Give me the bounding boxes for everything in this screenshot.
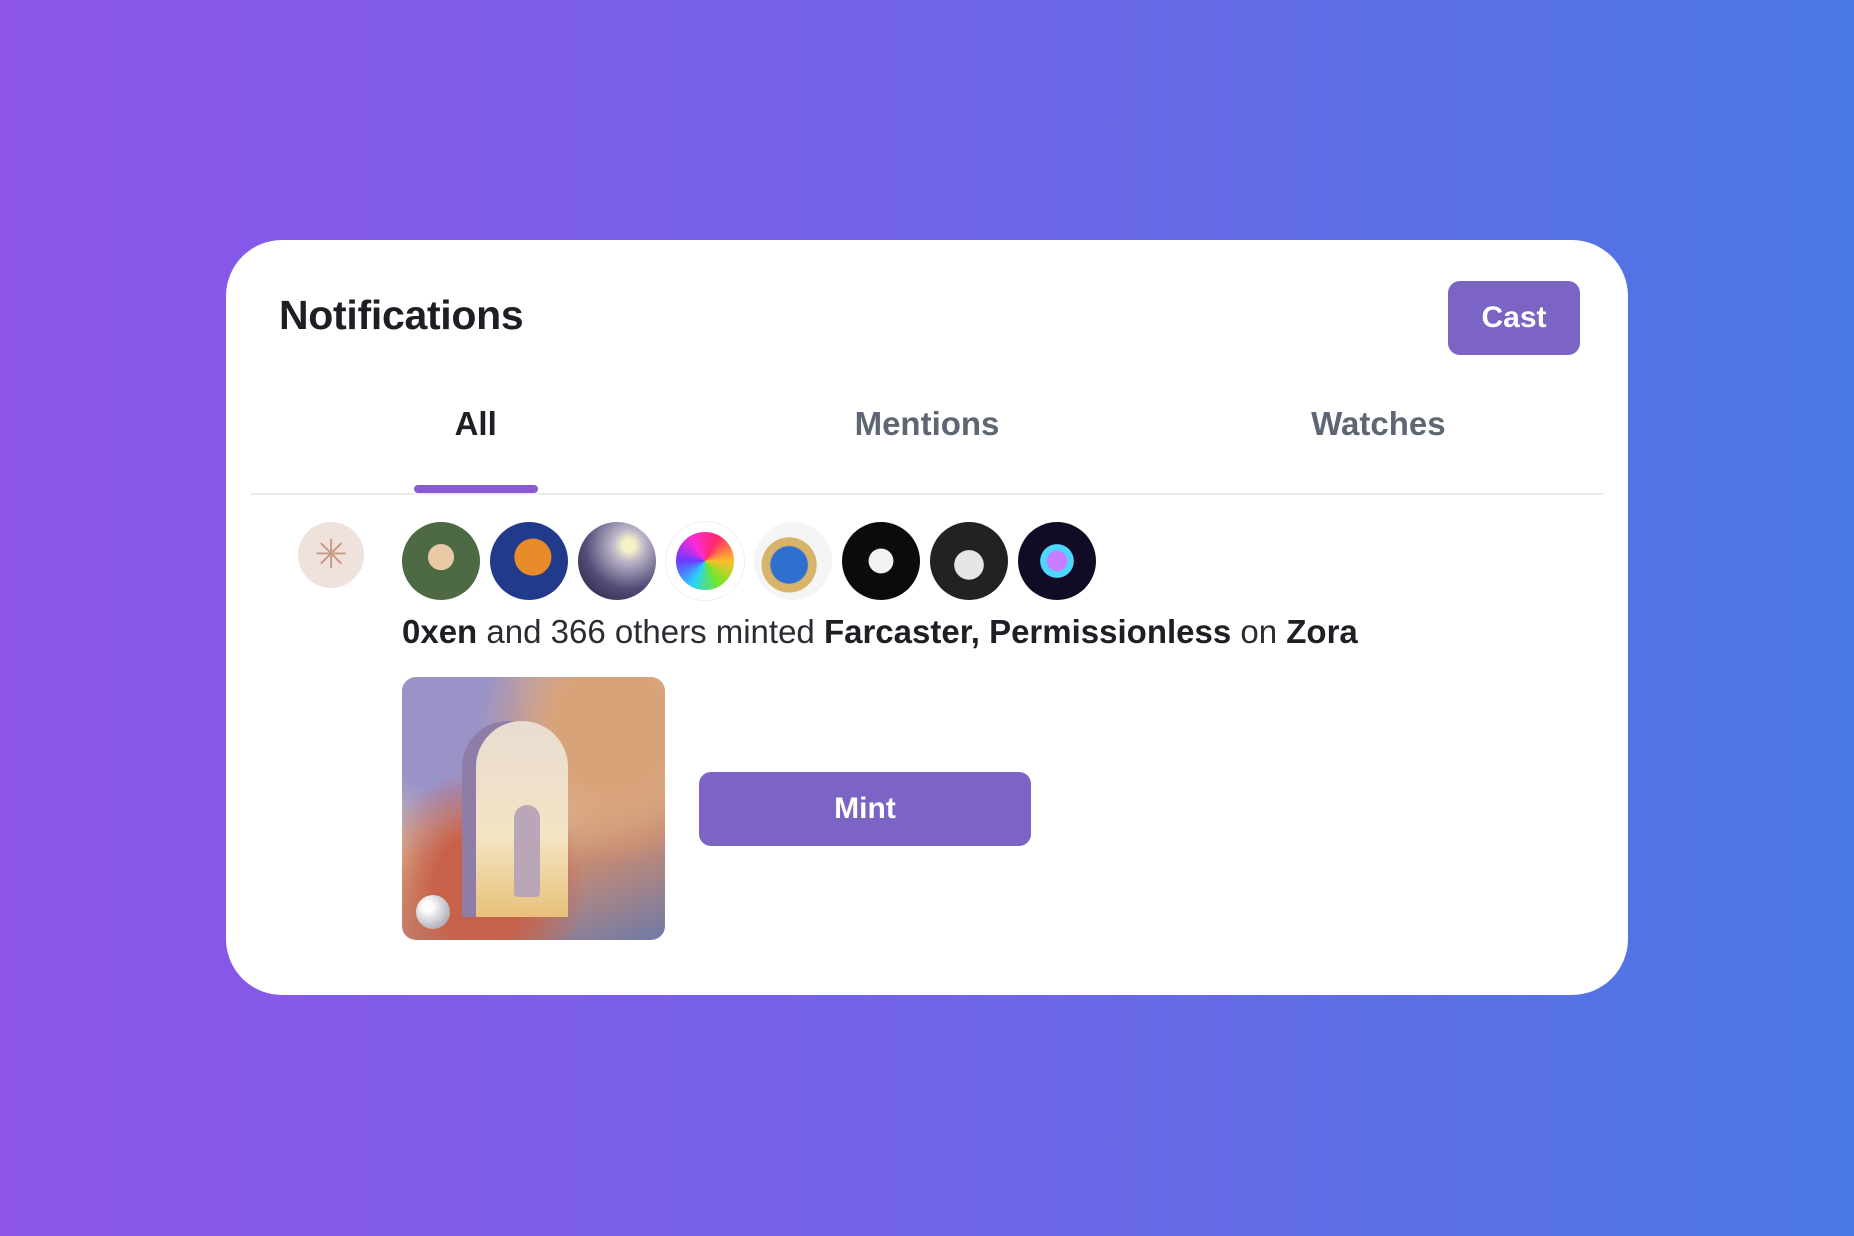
avatar[interactable] (842, 522, 920, 600)
tab-mentions-label: Mentions (854, 405, 1000, 442)
notifications-card: Notifications Cast All Mentions Watches … (226, 240, 1628, 995)
artwork-figure (514, 805, 540, 897)
avatar[interactable] (930, 522, 1008, 600)
tab-all-label: All (454, 405, 497, 442)
cast-button[interactable]: Cast (1448, 281, 1580, 355)
summary-on-text: on (1240, 613, 1278, 650)
page-title: Notifications (279, 292, 524, 338)
notification-summary: 0xen and 366 others minted Farcaster, Pe… (402, 613, 1358, 651)
artwork-orb (416, 895, 450, 929)
collection-name[interactable]: Farcaster, Permissionless (824, 613, 1231, 650)
avatar[interactable] (578, 522, 656, 600)
avatar[interactable] (402, 522, 480, 600)
nft-artwork[interactable] (402, 677, 665, 940)
tab-all[interactable]: All (250, 405, 701, 493)
avatar[interactable] (666, 522, 744, 600)
avatar[interactable] (754, 522, 832, 600)
notification-tabs: All Mentions Watches (250, 405, 1604, 495)
actor-name[interactable]: 0xen (402, 613, 477, 650)
platform-name[interactable]: Zora (1286, 613, 1358, 650)
avatar[interactable] (1018, 522, 1096, 600)
tab-watches-label: Watches (1311, 405, 1446, 442)
mint-button[interactable]: Mint (699, 772, 1031, 846)
avatar[interactable] (490, 522, 568, 600)
tab-mentions[interactable]: Mentions (701, 405, 1152, 493)
tab-watches[interactable]: Watches (1153, 405, 1604, 493)
active-tab-indicator (413, 485, 538, 493)
summary-middle-text: and 366 others minted (486, 613, 815, 650)
minter-avatars (402, 522, 1106, 600)
sparkle-icon: ✳ (298, 522, 364, 588)
